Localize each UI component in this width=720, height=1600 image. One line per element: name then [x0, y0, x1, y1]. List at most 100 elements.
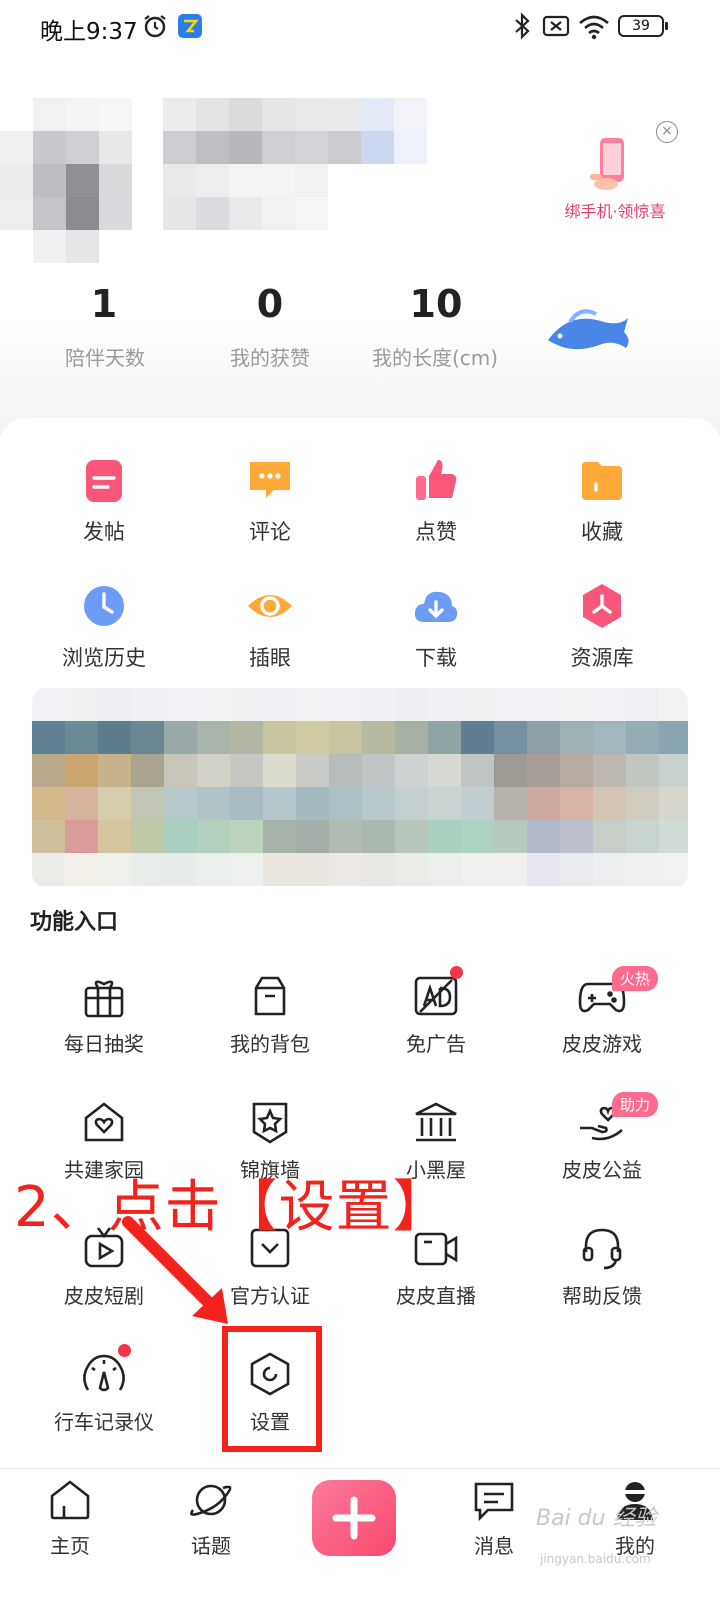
- banner-pixel: [395, 853, 428, 886]
- fn-item-dashcam[interactable]: 行车记录仪: [21, 1350, 187, 1435]
- phone-illustration-icon[interactable]: [590, 136, 634, 192]
- banner-pixel: [659, 754, 688, 787]
- banner-pixel: [131, 688, 164, 721]
- download-cloud-icon: [414, 591, 458, 622]
- grid-item-resources[interactable]: 资源库: [519, 582, 685, 672]
- nav-label-home: 主页: [50, 1534, 90, 1558]
- banner-pixel: [395, 754, 428, 787]
- fn-item-help[interactable]: 帮助反馈: [519, 1224, 685, 1309]
- banner-pixel: [362, 688, 395, 721]
- stat-likes-value[interactable]: 0: [190, 282, 350, 326]
- username[interactable]: [163, 98, 428, 233]
- grid-item-comment[interactable]: 评论: [187, 456, 353, 546]
- banner-pixel: [65, 820, 98, 853]
- nav-messages[interactable]: 消息: [449, 1478, 539, 1559]
- resource-hex-icon: [583, 584, 621, 628]
- speedometer-icon: [83, 1354, 125, 1392]
- promo-banner[interactable]: [32, 688, 688, 888]
- banner-pixel: [98, 754, 131, 787]
- banner-pixel: [197, 754, 230, 787]
- banner-pixel: [593, 820, 626, 853]
- grid-label-like: 点赞: [415, 520, 457, 544]
- fn-item-daily-lottery[interactable]: 每日抽奖: [21, 972, 187, 1057]
- banner-pixel: [131, 754, 164, 787]
- fn-label-help: 帮助反馈: [562, 1284, 642, 1308]
- stat-likes-label[interactable]: 我的获赞: [185, 342, 355, 371]
- grid-label-resources: 资源库: [570, 646, 634, 670]
- stat-length-value[interactable]: 10: [356, 282, 516, 326]
- banner-pixel: [98, 787, 131, 820]
- grid-label-history: 浏览历史: [62, 646, 146, 670]
- banner-pixel: [362, 787, 395, 820]
- stat-days-value[interactable]: 1: [24, 282, 184, 326]
- banner-pixel: [197, 787, 230, 820]
- banner-pixel: [32, 688, 65, 721]
- fn-label-dashcam: 行车记录仪: [54, 1410, 154, 1434]
- banner-pixel: [428, 754, 461, 787]
- grid-item-like[interactable]: 点赞: [353, 456, 519, 546]
- message-icon: [474, 1482, 514, 1522]
- nav-topics[interactable]: 话题: [166, 1478, 256, 1559]
- banner-pixel: [494, 688, 527, 721]
- fish-mascot-icon[interactable]: [540, 300, 636, 360]
- banner-pixel: [296, 820, 329, 853]
- fn-item-games[interactable]: 皮皮游戏: [519, 972, 685, 1057]
- banner-pixel: [362, 721, 395, 754]
- avatar[interactable]: [0, 98, 135, 268]
- banner-pixel: [263, 787, 296, 820]
- fn-item-backpack[interactable]: 我的背包: [187, 972, 353, 1057]
- grid-label-comment: 评论: [249, 520, 291, 544]
- banner-pixel: [230, 688, 263, 721]
- close-icon[interactable]: ×: [656, 121, 678, 143]
- create-post-button[interactable]: [312, 1480, 396, 1556]
- banner-pixel: [494, 721, 527, 754]
- banner-pixel: [659, 721, 688, 754]
- fn-item-no-ads[interactable]: 免广告: [353, 972, 519, 1057]
- no-sim-icon: [542, 15, 570, 37]
- grid-item-collect[interactable]: 收藏: [519, 456, 685, 546]
- fn-label-certify: 官方认证: [230, 1284, 310, 1308]
- banner-pixel: [98, 820, 131, 853]
- grid-item-download[interactable]: 下载: [353, 582, 519, 672]
- banner-pixel: [230, 853, 263, 886]
- banner-pixel: [494, 853, 527, 886]
- grid-item-post[interactable]: 发帖: [21, 456, 187, 546]
- grid-label-mark: 插眼: [249, 646, 291, 670]
- banner-pixel: [527, 688, 560, 721]
- stat-length-label[interactable]: 我的长度(cm): [350, 342, 520, 371]
- banner-pixel: [362, 820, 395, 853]
- eye-icon: [248, 595, 292, 617]
- grid-item-history[interactable]: 浏览历史: [21, 582, 187, 672]
- banner-pixel: [362, 853, 395, 886]
- bind-phone-label[interactable]: 绑手机·领惊喜: [550, 198, 680, 222]
- fn-item-charity[interactable]: 皮皮公益: [519, 1098, 685, 1183]
- fn-label-charity: 皮皮公益: [562, 1158, 642, 1182]
- banner-pixel: [164, 754, 197, 787]
- banner-pixel: [131, 853, 164, 886]
- banner-pixel: [461, 853, 494, 886]
- banner-pixel: [65, 688, 98, 721]
- banner-pixel: [65, 787, 98, 820]
- banner-pixel: [626, 853, 659, 886]
- banner-pixel: [263, 721, 296, 754]
- banner-pixel: [593, 754, 626, 787]
- banner-pixel: [263, 820, 296, 853]
- nav-home[interactable]: 主页: [25, 1478, 115, 1559]
- banner-pixel: [560, 853, 593, 886]
- banner-pixel: [32, 721, 65, 754]
- stat-days-label[interactable]: 陪伴天数: [20, 342, 190, 371]
- hot-tag: 火热: [612, 966, 659, 991]
- nav-label-messages: 消息: [474, 1534, 514, 1558]
- banner-pixel: [296, 787, 329, 820]
- grid-item-mark[interactable]: 插眼: [187, 582, 353, 672]
- banner-pixel: [527, 853, 560, 886]
- plus-icon: [332, 1496, 376, 1540]
- settings-highlight-box: [222, 1326, 322, 1452]
- no-ad-icon: [414, 976, 458, 1016]
- banner-pixel: [461, 787, 494, 820]
- grid-label-download: 下载: [415, 646, 457, 670]
- banner-pixel: [296, 754, 329, 787]
- banner-pixel: [230, 754, 263, 787]
- banner-pixel: [527, 787, 560, 820]
- banner-pixel: [329, 787, 362, 820]
